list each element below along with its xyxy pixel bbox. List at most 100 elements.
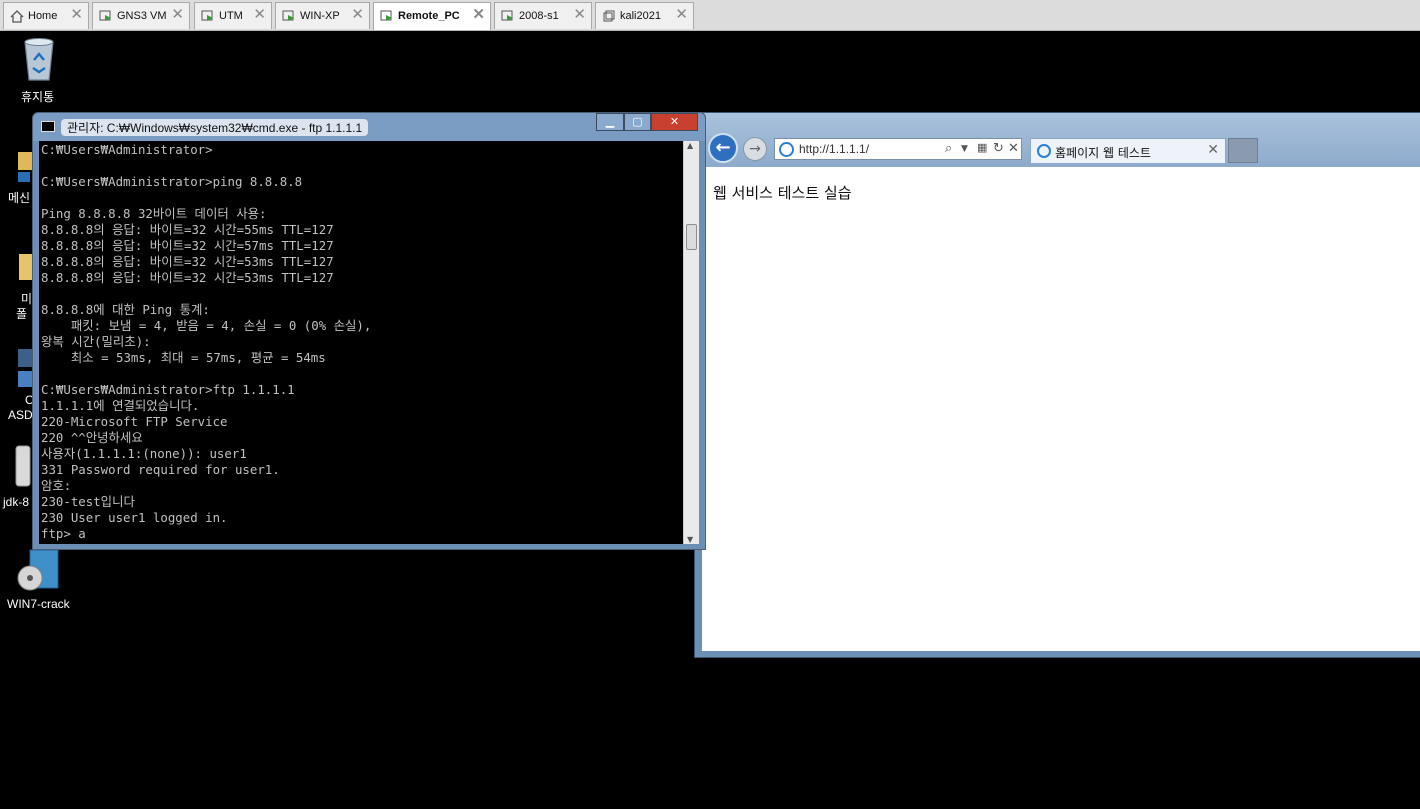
cmd-scrollbar[interactable]: ▲ ▼ [683,141,699,544]
console-line: 220-Microsoft FTP Service [41,414,228,429]
cmd-console[interactable]: C:₩Users₩Administrator> C:₩Users₩Adminis… [39,141,698,544]
back-button[interactable]: ← [708,133,738,163]
address-bar[interactable]: http://1.1.1.1/ ⌕ ▼ ▦ ↻ ✕ [774,138,1022,160]
tab-label: kali2021 [620,10,661,22]
console-line: ftp> a [41,526,86,541]
console-line: 1.1.1.1에 연결되었습니다. [41,398,200,413]
console-line: 왕복 시간(밀리초): [41,334,151,349]
cmd-titlebar[interactable]: 관리자: C:₩Windows₩system32₩cmd.exe - ftp 1… [33,113,705,141]
scrollbar-thumb[interactable] [686,224,697,250]
vm-icon [282,10,294,21]
close-icon[interactable]: ✕ [70,7,83,23]
tab-label: Remote_PC [398,10,460,22]
address-url[interactable]: http://1.1.1.1/ [799,142,869,156]
desktop-label: WIN7-crack [7,597,70,611]
desktop-icon-partial-3[interactable]: C ASD [6,347,34,423]
close-icon[interactable]: ✕ [1207,142,1219,158]
console-line: 331 Password required for user1. [41,462,280,477]
vm-icon [603,10,615,22]
close-icon[interactable]: ✕ [351,7,364,23]
console-line: 8.8.8.8의 응답: 바이트=32 시간=57ms TTL=127 [41,238,334,253]
tab-utm[interactable]: UTM ✕ [194,2,272,29]
console-line: 8.8.8.8의 응답: 바이트=32 시간=53ms TTL=127 [41,270,334,285]
desktop-icon-partial-2[interactable]: 미 폴 [12,250,34,322]
console-line: C:₩Users₩Administrator> [41,142,213,157]
console-line: 8.8.8.8에 대한 Ping 통계: [41,302,210,317]
scroll-up-icon[interactable]: ▲ [687,141,693,150]
console-line: Ping 8.8.8.8 32바이트 데이터 사용: [41,206,267,221]
compat-view-icon[interactable]: ▦ [977,141,987,154]
console-line: 230-test입니다 [41,494,135,509]
dropdown-icon[interactable]: ▼ [961,144,968,154]
vm-tab-bar: Home ✕ GNS3 VM ✕ UTM ✕ WIN-XP ✕ Remote_P… [0,0,1420,31]
tab-kali2021[interactable]: kali2021 ✕ [595,2,694,29]
cmd-window: 관리자: C:₩Windows₩system32₩cmd.exe - ftp 1… [32,112,706,550]
forward-button[interactable]: → [743,137,767,161]
java-icon [15,445,31,487]
desktop-icon-win7-crack[interactable]: WIN7-crack [6,548,76,614]
console-output: C:₩Users₩Administrator> C:₩Users₩Adminis… [41,142,371,542]
vm-icon [501,10,513,21]
tab-win-xp[interactable]: WIN-XP ✕ [275,2,370,29]
arrow-right-icon: → [749,141,761,157]
maximize-icon: ▢ [632,115,643,128]
stop-icon[interactable]: ✕ [1008,141,1019,156]
console-line: C:₩Users₩Administrator>ping 8.8.8.8 [41,174,303,189]
minimize-icon: ▁ [605,115,615,128]
console-line: 8.8.8.8의 응답: 바이트=32 시간=55ms TTL=127 [41,222,334,237]
arrow-left-icon: ← [715,137,731,158]
desktop-label: jdk-8 [3,495,30,509]
tab-label: Home [28,10,58,22]
desktop-label: 폴 [16,307,28,321]
desktop-icon-recycle-bin[interactable]: 휴지통 [14,36,66,104]
close-icon[interactable]: ✕ [675,7,688,23]
search-icon[interactable]: ⌕ [945,141,952,156]
vm-icon [380,10,392,21]
minimize-button[interactable]: ▁ [596,113,624,131]
ie-tab-active[interactable]: 홈페이지 웹 테스트 ✕ [1030,138,1226,163]
ie-toolbar: ← → http://1.1.1.1/ ⌕ ▼ ▦ ↻ ✕ 홈페이지 웹 테스트… [695,113,1420,167]
close-icon[interactable]: ✕ [573,7,586,23]
close-icon[interactable]: ✕ [253,7,266,23]
cmd-icon [41,121,55,132]
recycle-bin-label: 휴지통 [21,90,55,104]
disc-image-icon [17,549,59,591]
tab-2008-s1[interactable]: 2008-s1 ✕ [494,2,592,29]
tab-home[interactable]: Home ✕ [3,2,89,29]
vm-icon [99,10,111,21]
tab-label: UTM [219,10,243,22]
console-line: 패킷: 보냄 = 4, 받음 = 4, 손실 = 0 (0% 손실), [41,318,372,333]
ie-page-content: 웹 서비스 테스트 실습 [702,167,1420,651]
desktop-label: ASD [8,408,33,422]
tab-label: GNS3 VM [117,10,167,22]
refresh-icon[interactable]: ↻ [993,141,1004,156]
ie-tab-title: 홈페이지 웹 테스트 [1055,146,1151,160]
home-icon [10,10,24,23]
scroll-down-icon[interactable]: ▼ [687,535,693,544]
vm-icon [201,10,213,21]
maximize-button[interactable]: ▢ [624,113,651,131]
close-button[interactable]: ✕ [651,113,698,131]
desktop-label: 메신 [8,191,31,205]
ie-logo-icon [1037,144,1051,158]
ie-window: ← → http://1.1.1.1/ ⌕ ▼ ▦ ↻ ✕ 홈페이지 웹 테스트… [694,112,1420,658]
tab-gns3-vm[interactable]: GNS3 VM ✕ [92,2,190,29]
new-tab-button[interactable] [1228,138,1258,163]
desktop-icon-partial-1[interactable]: 메신 [8,150,34,206]
console-line: C:₩Users₩Administrator>ftp 1.1.1.1 [41,382,295,397]
console-line: 8.8.8.8의 응답: 바이트=32 시간=53ms TTL=127 [41,254,334,269]
recycle-bin-icon [24,38,54,81]
cmd-window-title: 관리자: C:₩Windows₩system32₩cmd.exe - ftp 1… [61,119,369,136]
console-line: 220 ^^안녕하세요 [41,430,143,445]
close-icon: ✕ [669,115,680,128]
page-body-text: 웹 서비스 테스트 실습 [713,184,852,202]
close-icon[interactable]: ✕ [472,7,485,23]
console-line: 230 User user1 logged in. [41,510,228,525]
tab-label: WIN-XP [300,10,340,22]
console-line: 최소 = 53ms, 최대 = 57ms, 평균 = 54ms [41,350,326,365]
desktop-icon-partial-4[interactable]: jdk-8 [2,444,34,512]
tab-remote-pc[interactable]: Remote_PC ✕ [373,2,491,30]
console-line: 암호: [41,478,72,493]
ie-logo-icon [779,142,794,157]
close-icon[interactable]: ✕ [171,7,184,23]
